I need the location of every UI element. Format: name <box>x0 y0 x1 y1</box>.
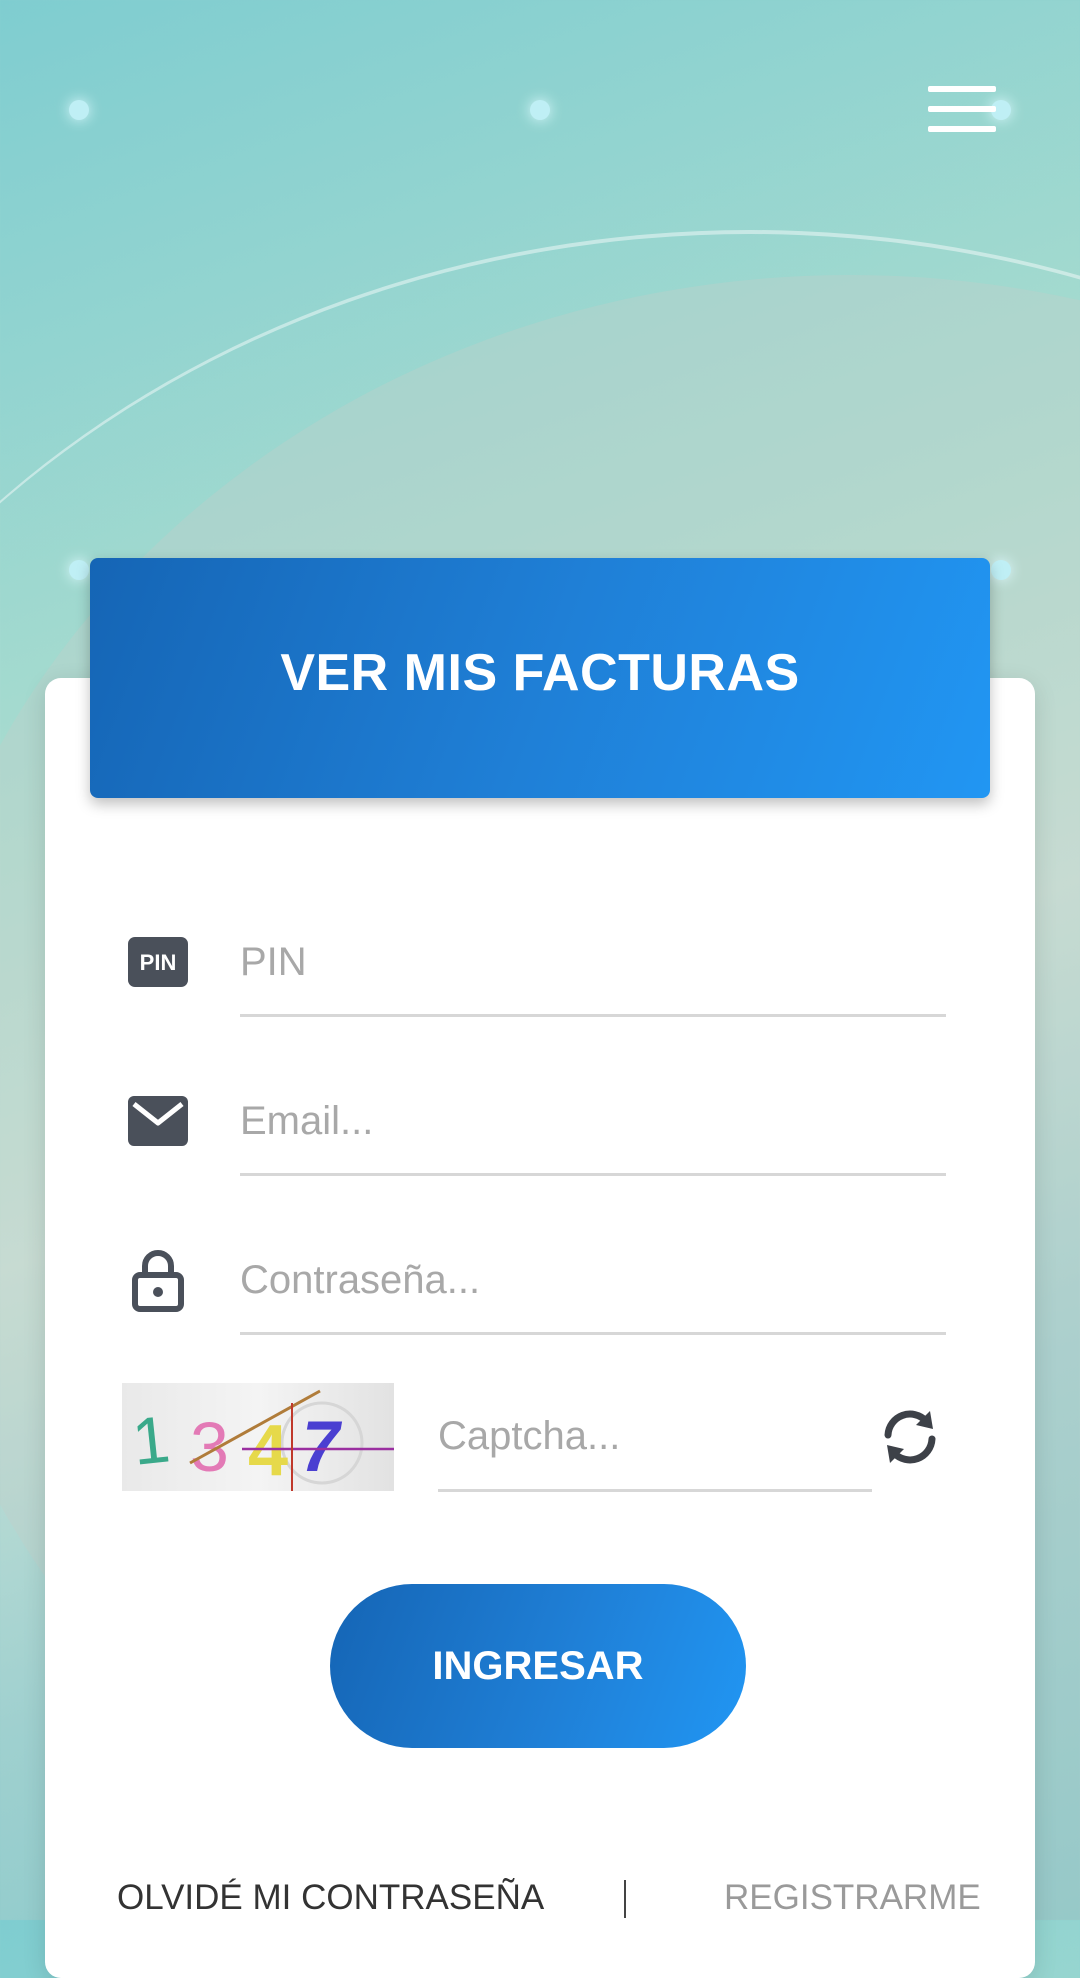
pin-icon: PIN <box>128 932 188 992</box>
page-title: VER MIS FACTURAS <box>280 644 800 702</box>
pin-input[interactable] <box>240 910 946 1017</box>
submit-button[interactable]: INGRESAR <box>330 1584 746 1748</box>
captcha-input[interactable] <box>438 1383 872 1492</box>
refresh-icon[interactable] <box>878 1405 942 1469</box>
header-banner: VER MIS FACTURAS <box>90 558 990 798</box>
link-divider <box>624 1880 626 1918</box>
svg-text:7: 7 <box>294 1406 348 1486</box>
password-field-row <box>128 1228 946 1338</box>
svg-text:3: 3 <box>190 1408 229 1486</box>
captcha-image: 1 3 4 7 <box>122 1383 394 1491</box>
password-input[interactable] <box>240 1228 946 1335</box>
email-input[interactable] <box>240 1069 946 1176</box>
svg-text:1: 1 <box>129 1401 173 1478</box>
decor-dot <box>991 560 1011 580</box>
svg-text:PIN: PIN <box>140 950 177 975</box>
email-field-row <box>128 1069 946 1179</box>
email-icon <box>128 1091 188 1151</box>
forgot-password-link[interactable]: OLVIDÉ MI CONTRASEÑA <box>117 1878 544 1918</box>
menu-icon[interactable] <box>928 86 996 134</box>
decor-dot <box>69 100 89 120</box>
decor-dot <box>69 560 89 580</box>
pin-field-row: PIN <box>128 910 946 1020</box>
svg-text:4: 4 <box>248 1411 288 1491</box>
register-link[interactable]: REGISTRARME <box>724 1878 981 1918</box>
decor-dot <box>530 100 550 120</box>
lock-icon <box>128 1250 188 1312</box>
